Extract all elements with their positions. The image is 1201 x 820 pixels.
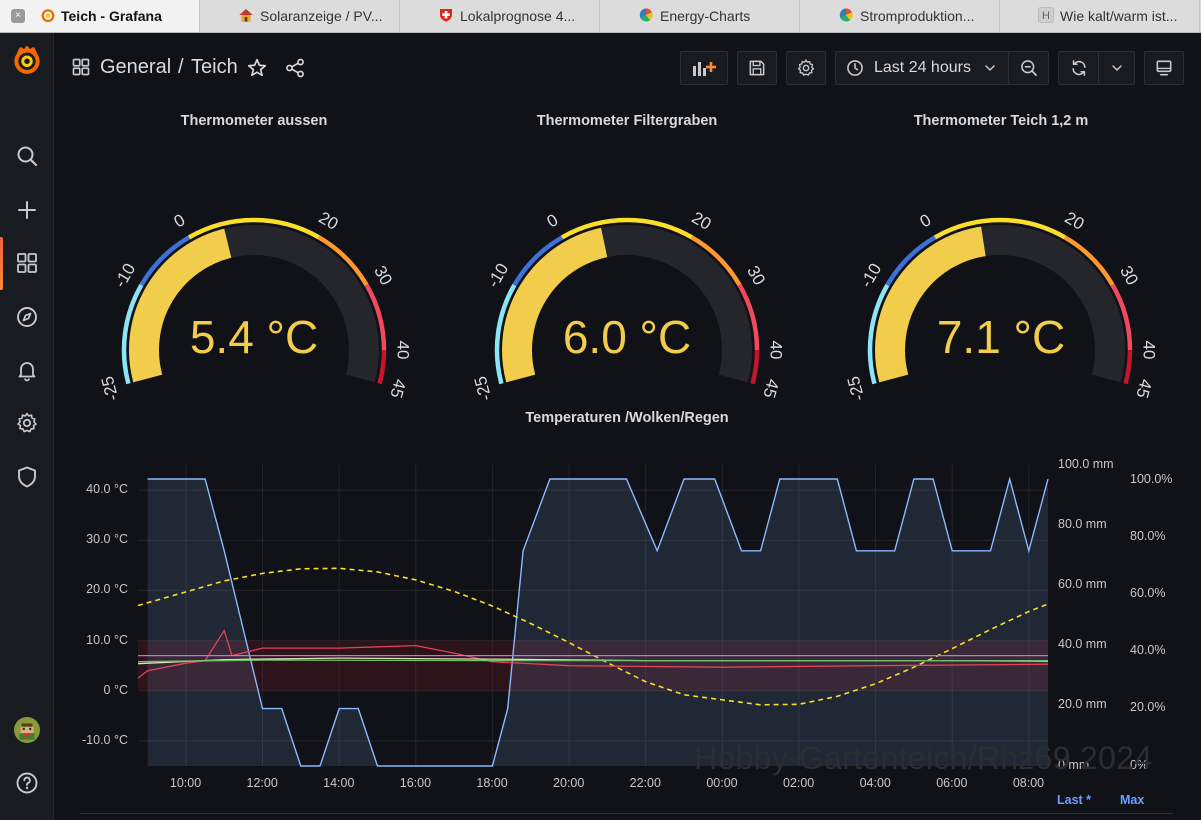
y-axis-pct-tick: 40.0% xyxy=(1130,643,1166,657)
y-axis-mm-tick: 60.0 mm xyxy=(1058,577,1107,591)
y-axis-left-tick: 20.0 °C xyxy=(86,582,128,597)
x-axis-tick: 08:00 xyxy=(1012,776,1045,790)
y-axis-pct-tick: 80.0% xyxy=(1130,529,1166,543)
x-axis-tick: 04:00 xyxy=(859,776,891,790)
x-axis-tick: 14:00 xyxy=(323,776,355,790)
y-axis-mm-tick: 20.0 mm xyxy=(1058,697,1107,711)
legend-header-last[interactable]: Last * xyxy=(1057,793,1091,807)
x-axis-tick: 06:00 xyxy=(936,776,968,790)
y-axis-pct-tick: 60.0% xyxy=(1130,586,1166,600)
y-axis-left-tick: 10.0 °C xyxy=(86,632,128,647)
y-axis-mm-tick: 80.0 mm xyxy=(1058,517,1107,531)
series-area-fill xyxy=(147,479,1049,766)
y-axis-pct-tick: 100.0% xyxy=(1130,472,1173,486)
y-axis-pct-tick: 20.0% xyxy=(1130,700,1166,714)
watermark-text: Hobby-Gartenteich/Rhz69 2024 xyxy=(694,740,1153,776)
y-axis-left-tick: 40.0 °C xyxy=(86,482,128,497)
y-axis-mm-tick: 40.0 mm xyxy=(1058,637,1107,651)
x-axis-tick: 16:00 xyxy=(399,776,432,790)
y-axis-left-tick: -10.0 °C xyxy=(82,732,128,747)
legend-header-max[interactable]: Max xyxy=(1120,793,1144,807)
timeseries-chart[interactable] xyxy=(0,0,1201,820)
y-axis-left-tick: 30.0 °C xyxy=(86,532,128,547)
x-axis-tick: 12:00 xyxy=(246,776,278,790)
y-axis-left-tick: 0 °C xyxy=(103,682,128,697)
legend-divider xyxy=(80,813,1173,814)
x-axis-tick: 10:00 xyxy=(169,776,202,790)
x-axis-tick: 18:00 xyxy=(476,776,508,790)
x-axis-tick: 02:00 xyxy=(782,776,815,790)
x-axis-tick: 00:00 xyxy=(706,776,738,790)
y-axis-mm-tick: 100.0 mm xyxy=(1058,457,1114,471)
x-axis-tick: 22:00 xyxy=(629,776,661,790)
x-axis-tick: 20:00 xyxy=(553,776,585,790)
